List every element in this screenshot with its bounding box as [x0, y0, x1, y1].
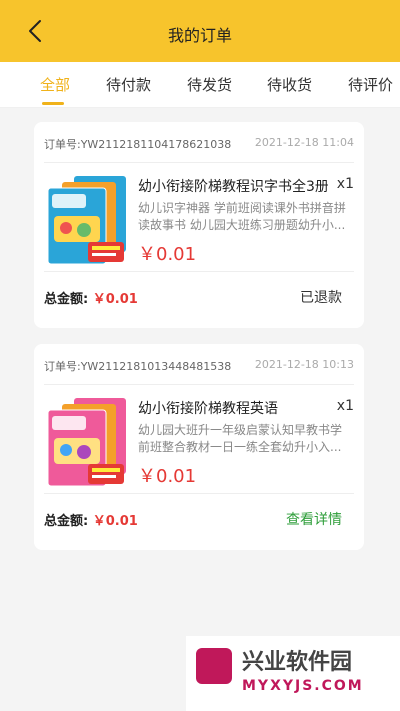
- total-label: 总金额:: [44, 292, 89, 307]
- product-description: 幼儿园大班升一年级启蒙认知早教书学前班整合教材一日一练全套幼升小入...: [138, 423, 343, 454]
- product-thumbnail[interactable]: [44, 172, 128, 266]
- order-time: 2021-12-18 11:04: [254, 136, 354, 149]
- page-title: 我的订单: [167, 26, 232, 45]
- total-amount: ￥0.01: [92, 292, 138, 307]
- site-watermark: 兴业软件园 MYXYJS.COM: [186, 636, 400, 711]
- total-label: 总金额:: [44, 514, 89, 529]
- tab-all[interactable]: 全部: [40, 74, 70, 95]
- product-name[interactable]: 幼小衔接阶梯教程英语: [138, 398, 328, 418]
- product-quantity: x1: [336, 176, 354, 192]
- order-card[interactable]: 订单号:YW2112181013448481538 2021-12-18 10:…: [34, 344, 364, 550]
- product-thumbnail[interactable]: [44, 394, 128, 488]
- total-amount: ￥0.01: [92, 514, 138, 529]
- divider: [44, 384, 354, 385]
- order-status-refunded: 已退款: [300, 290, 342, 306]
- product-price: ￥0.01: [138, 466, 197, 487]
- divider: [44, 493, 354, 494]
- order-number: 订单号:YW2112181013448481538: [44, 360, 232, 373]
- product-price: ￥0.01: [138, 244, 197, 265]
- order-total: 总金额: ￥0.01: [44, 510, 138, 529]
- watermark-url: MYXYJS.COM: [242, 678, 364, 694]
- divider: [44, 271, 354, 272]
- divider: [44, 162, 354, 163]
- product-description: 幼儿识字神器 学前班阅读课外书拼音拼读故事书 幼儿园大班练习册题幼升小...: [138, 201, 346, 232]
- tab-pending-receipt[interactable]: 待收货: [267, 74, 312, 95]
- product-name[interactable]: 幼小衔接阶梯教程识字书全3册: [138, 176, 328, 196]
- order-number: 订单号:YW2112181104178621038: [44, 138, 232, 151]
- order-total: 总金额: ￥0.01: [44, 288, 138, 307]
- tab-pending-shipment[interactable]: 待发货: [187, 74, 232, 95]
- tab-pending-review[interactable]: 待评价: [348, 74, 393, 95]
- active-tab-indicator: [42, 102, 64, 105]
- order-status-tabs: 全部 待付款 待发货 待收货 待评价: [0, 62, 400, 108]
- order-time: 2021-12-18 10:13: [254, 358, 354, 371]
- product-quantity: x1: [336, 398, 354, 414]
- tab-pending-payment[interactable]: 待付款: [106, 74, 151, 95]
- app-header: 我的订单: [0, 0, 400, 62]
- order-card[interactable]: 订单号:YW2112181104178621038 2021-12-18 11:…: [34, 122, 364, 328]
- view-details-button[interactable]: 查看详情: [286, 509, 342, 529]
- watermark-logo-icon: [196, 648, 232, 684]
- watermark-text: 兴业软件园: [242, 650, 353, 675]
